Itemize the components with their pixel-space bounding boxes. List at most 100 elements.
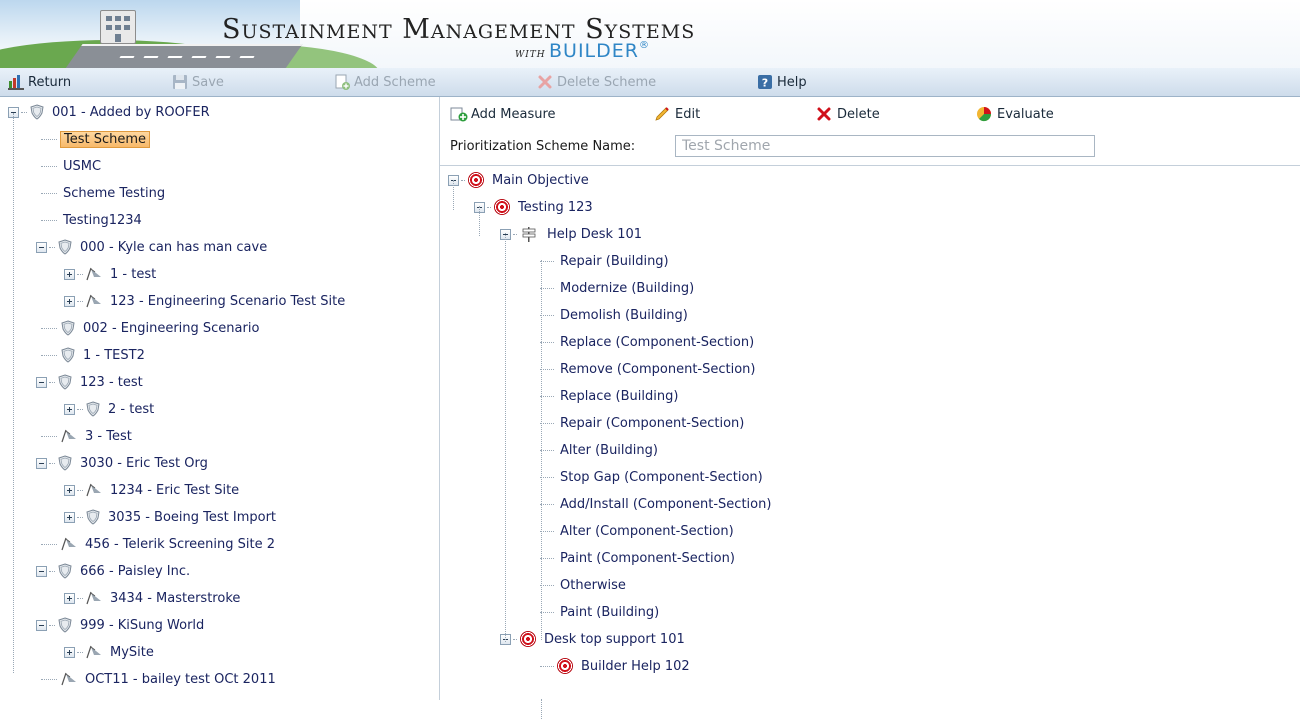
expand-icon[interactable] [64, 295, 75, 307]
tree-node-label: 456 - Telerik Screening Site 2 [85, 536, 276, 552]
expand-icon[interactable] [64, 484, 75, 496]
expand-icon[interactable] [64, 511, 75, 523]
tree-node[interactable]: 3035 - Boeing Test Import [64, 507, 279, 527]
tree-connector [513, 638, 517, 640]
tree-connector [41, 354, 57, 356]
objective-node[interactable]: Repair (Building) [540, 251, 672, 271]
building-logo-icon [100, 10, 136, 44]
tree-node[interactable]: 1234 - Eric Test Site [64, 480, 242, 500]
save-button[interactable]: Save [172, 68, 224, 96]
tree-node-label: Repair (Building) [560, 253, 669, 269]
tree-node[interactable]: 002 - Engineering Scenario [36, 318, 262, 338]
tree-node[interactable]: 3434 - Masterstroke [64, 588, 243, 608]
delete-scheme-button[interactable]: Delete Scheme [537, 68, 656, 96]
delete-button[interactable]: Delete [816, 97, 880, 131]
tree-connector [49, 381, 55, 383]
tree-connector [77, 489, 83, 491]
tree-node-label: 3030 - Eric Test Org [80, 455, 208, 471]
tree-node[interactable]: 3030 - Eric Test Org [36, 453, 211, 473]
tree-node[interactable]: 2 - test [64, 399, 157, 419]
tree-guide-line [505, 233, 506, 642]
scheme-name-input[interactable] [675, 135, 1095, 157]
objective-node[interactable]: Replace (Component-Section) [540, 332, 757, 352]
tree-node[interactable]: 1 - test [64, 264, 159, 284]
builder-wordmark: BUILDER [549, 40, 639, 62]
add-scheme-button[interactable]: Add Scheme [334, 68, 436, 96]
tree-node[interactable]: 123 - Engineering Scenario Test Site [64, 291, 348, 311]
objective-node[interactable]: Stop Gap (Component-Section) [540, 467, 766, 487]
tree-node-label: MySite [110, 644, 154, 660]
objective-node[interactable]: Builder Help 102 [540, 656, 693, 676]
help-icon: ? [757, 74, 773, 90]
tree-node[interactable]: MySite [64, 642, 157, 662]
objective-node[interactable]: Paint (Component-Section) [540, 548, 738, 568]
flag-icon [85, 591, 103, 605]
objective-node[interactable]: Otherwise [540, 575, 629, 595]
objective-node[interactable]: Testing 123 [474, 197, 596, 217]
tree-node-label: 000 - Kyle can has man cave [80, 239, 268, 255]
tree-connector [540, 341, 554, 343]
tree-node[interactable]: Test Scheme [36, 129, 151, 149]
tree-connector [540, 260, 554, 262]
objective-node[interactable]: Main Objective [448, 170, 592, 190]
objective-node[interactable]: Remove (Component-Section) [540, 359, 759, 379]
tree-node[interactable]: USMC [36, 156, 104, 176]
tree-connector [461, 179, 465, 181]
objective-node[interactable]: Repair (Component-Section) [540, 413, 747, 433]
tree-node-label: 1 - test [110, 266, 157, 282]
objective-node[interactable]: Replace (Building) [540, 386, 681, 406]
expand-icon[interactable] [64, 646, 75, 658]
tree-node[interactable]: Scheme Testing [36, 183, 168, 203]
tree-node-label: Scheme Testing [63, 185, 166, 201]
help-button[interactable]: ? Help [757, 68, 807, 96]
tree-node-label: 2 - test [108, 401, 155, 417]
tree-node-label: Help Desk 101 [547, 226, 643, 242]
tree-node-label: Remove (Component-Section) [560, 361, 756, 377]
shield-icon [57, 617, 73, 633]
collapse-icon[interactable] [36, 565, 47, 577]
tree-connector [41, 543, 57, 545]
objective-node[interactable]: Alter (Building) [540, 440, 661, 460]
tree-node[interactable]: OCT11 - bailey test OCt 2011 [36, 669, 279, 689]
shield-icon [85, 509, 101, 525]
objective-node[interactable]: Paint (Building) [540, 602, 662, 622]
edit-button[interactable]: Edit [654, 97, 700, 131]
objective-node[interactable]: Demolish (Building) [540, 305, 691, 325]
tree-node[interactable]: 456 - Telerik Screening Site 2 [36, 534, 278, 554]
tree-node[interactable]: 999 - KiSung World [36, 615, 207, 635]
collapse-icon[interactable] [36, 619, 47, 631]
tree-node[interactable]: Testing1234 [36, 210, 145, 230]
tree-connector [41, 219, 57, 221]
tree-node-label: 001 - Added by ROOFER [52, 104, 210, 120]
objective-node[interactable]: Alter (Component-Section) [540, 521, 737, 541]
return-label: Return [28, 74, 72, 90]
tree-connector [540, 530, 554, 532]
main-toolbar: Return Save Add Scheme Delete Scheme ? H… [0, 68, 1300, 97]
collapse-icon[interactable] [36, 241, 47, 253]
expand-icon[interactable] [64, 592, 75, 604]
objective-node[interactable]: Modernize (Building) [540, 278, 697, 298]
tree-node[interactable]: 000 - Kyle can has man cave [36, 237, 270, 257]
tree-node-label: Desk top support 101 [544, 631, 685, 647]
add-measure-button[interactable]: Add Measure [450, 97, 556, 131]
tree-connector [49, 462, 55, 464]
tree-node[interactable]: 123 - test [36, 372, 146, 392]
tree-node[interactable]: 001 - Added by ROOFER [8, 102, 213, 122]
return-button[interactable]: Return [8, 68, 71, 96]
objective-node[interactable]: Help Desk 101 [500, 224, 645, 244]
tree-node-label: Test Scheme [60, 130, 151, 148]
evaluate-button[interactable]: Evaluate [976, 97, 1054, 131]
expand-icon[interactable] [64, 403, 75, 415]
objective-node[interactable]: Add/Install (Component-Section) [540, 494, 774, 514]
tree-node[interactable]: 1 - TEST2 [36, 345, 148, 365]
tree-connector [540, 422, 554, 424]
tree-node[interactable]: 666 - Paisley Inc. [36, 561, 193, 581]
tree-connector [77, 408, 83, 410]
expand-icon[interactable] [64, 268, 75, 280]
tree-node[interactable]: 3 - Test [36, 426, 135, 446]
shield-icon [60, 347, 76, 363]
tree-connector [513, 233, 517, 235]
objective-node[interactable]: Desk top support 101 [500, 629, 688, 649]
collapse-icon[interactable] [36, 457, 47, 469]
collapse-icon[interactable] [36, 376, 47, 388]
